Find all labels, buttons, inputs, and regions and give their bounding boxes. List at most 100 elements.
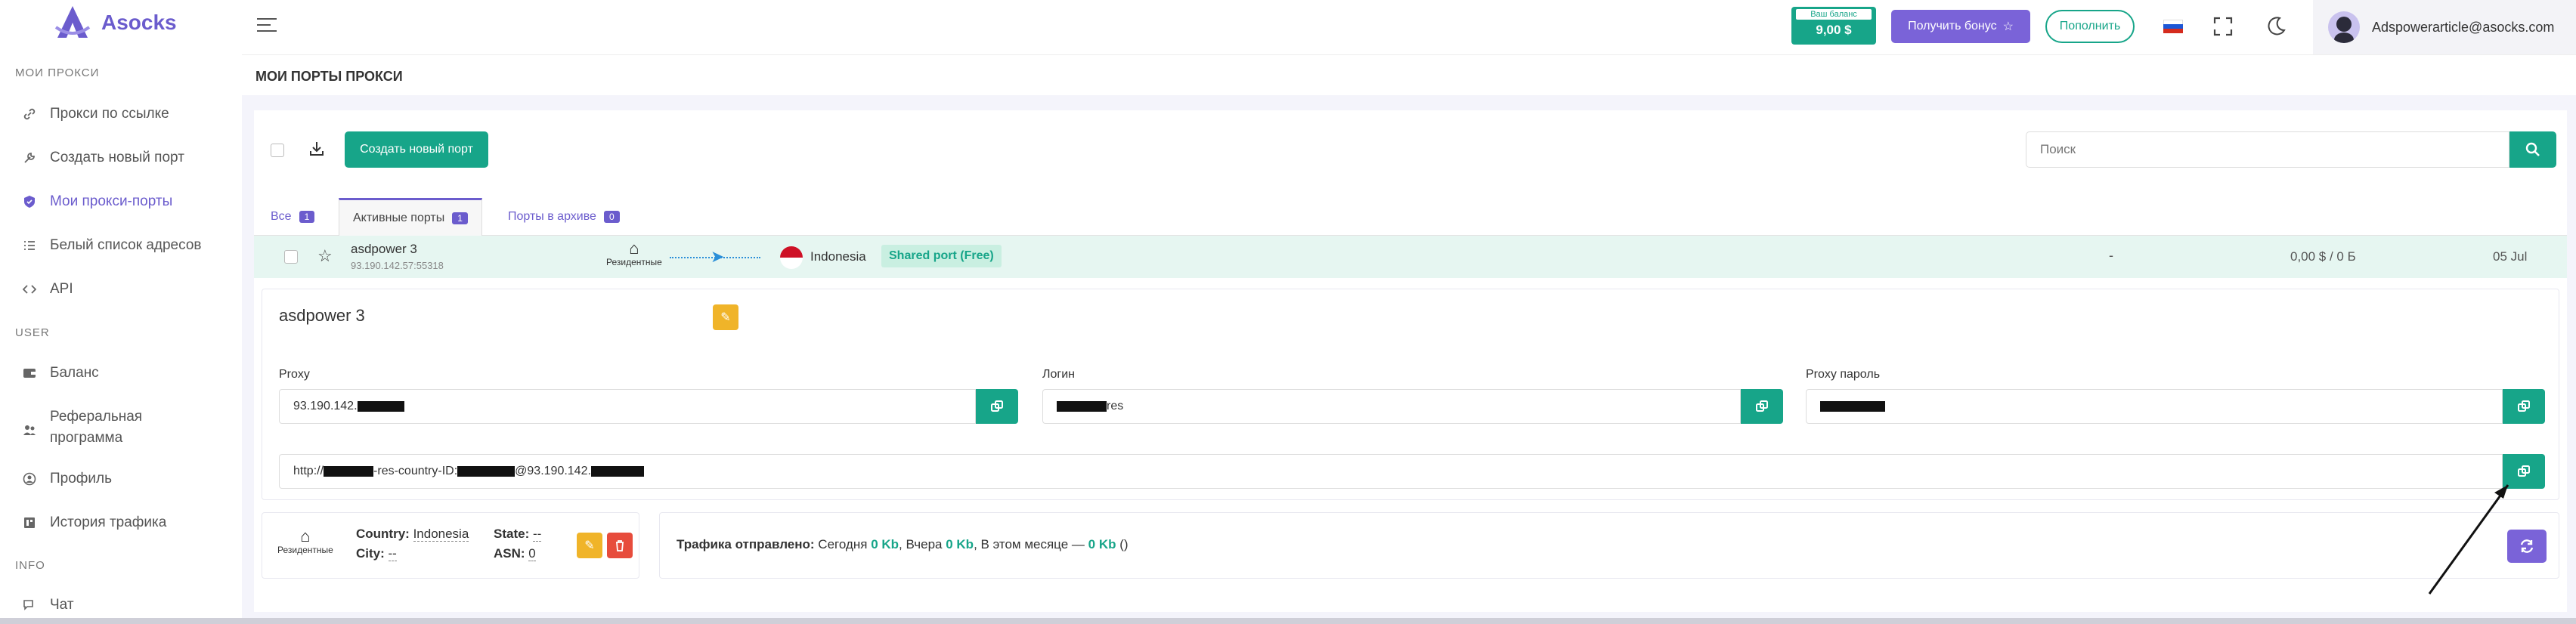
link-icon	[21, 106, 38, 122]
proxy-url-field[interactable]: http:// -res-country-ID: @93.190.142.	[279, 454, 2503, 489]
logo[interactable]: Asocks	[53, 5, 177, 41]
edit-name-button[interactable]: ✎	[713, 304, 738, 330]
user-menu[interactable]: Adspowerarticle@asocks.com	[2313, 0, 2576, 54]
avatar	[2328, 11, 2360, 43]
copy-password-button[interactable]	[2503, 389, 2545, 424]
copy-login-button[interactable]	[1741, 389, 1783, 424]
sidebar-item-create-port[interactable]: Создать новый порт	[21, 150, 233, 166]
login-value: res	[1107, 400, 1124, 412]
copy-url-button[interactable]	[2503, 454, 2545, 489]
balance-widget[interactable]: Ваш баланс 9,00 $	[1791, 7, 1876, 45]
traffic-month-key: , В этом месяце —	[974, 537, 1085, 551]
sidebar-item-label-wrap: Реферальная программа	[50, 406, 142, 449]
table-row[interactable]: ☆ asdpower 3 93.190.142.57:55318 ⌂ Резид…	[254, 236, 2567, 278]
copy-icon	[2518, 400, 2530, 412]
user-email: Adspowerarticle@asocks.com	[2372, 19, 2555, 35]
pencil-icon: ✎	[584, 539, 595, 552]
redacted-block	[1057, 401, 1107, 412]
top-up-label: Пополнить	[2059, 20, 2121, 32]
sidebar-item-label: API	[50, 281, 73, 297]
copy-proxy-button[interactable]	[976, 389, 1018, 424]
house-icon: ⌂	[300, 527, 311, 545]
sidebar-item-label: Прокси по ссылке	[50, 106, 169, 122]
sidebar-item-balance[interactable]: Баланс	[21, 365, 233, 382]
delete-port-button[interactable]	[607, 533, 633, 558]
get-bonus-button[interactable]: Получить бонус ☆	[1891, 10, 2030, 43]
tab-archived-ports[interactable]: Порты в архиве 0	[508, 198, 620, 236]
house-icon: ⌂	[629, 239, 639, 258]
fullscreen-icon[interactable]	[2213, 17, 2233, 36]
traffic-yesterday-key: , Вчера	[899, 537, 943, 551]
sidebar-item-label: Баланс	[50, 365, 99, 381]
tab-count-badge: 1	[452, 212, 468, 224]
geo-country-key: Country:	[356, 527, 410, 541]
port-date: 05 Jul	[2493, 249, 2528, 264]
geo-city: City: --	[356, 546, 397, 561]
pencil-icon: ✎	[720, 311, 731, 324]
sidebar-item-referral[interactable]: Реферальная программа	[21, 406, 233, 449]
residential-label: Резидентные	[277, 545, 333, 555]
top-up-button[interactable]: Пополнить	[2045, 10, 2135, 43]
chat-icon	[21, 597, 38, 613]
geo-country-value: Indonesia	[413, 527, 469, 542]
password-field[interactable]	[1806, 389, 2503, 424]
search-button[interactable]	[2509, 131, 2556, 168]
wallet-icon	[21, 365, 38, 382]
sidebar-item-api[interactable]: API	[21, 281, 233, 298]
tab-active-ports[interactable]: Активные порты 1	[339, 198, 482, 236]
page-title: МОИ ПОРТЫ ПРОКСИ	[255, 69, 403, 84]
sidebar-item-label-line2: программа	[50, 430, 123, 446]
row-checkbox[interactable]	[284, 250, 298, 264]
sidebar-section-info: INFO	[15, 559, 45, 572]
geo-info-panel: ⌂ Резидентные Country: Indonesia City: -…	[262, 512, 639, 579]
sidebar-item-traffic-history[interactable]: История трафика	[21, 514, 233, 531]
shield-icon	[21, 193, 38, 210]
menu-toggle-icon[interactable]	[257, 18, 277, 33]
logo-icon	[54, 6, 91, 38]
download-icon[interactable]	[308, 141, 325, 157]
proxy-label: Proxy	[279, 368, 310, 381]
sidebar-item-chat[interactable]: Чат	[21, 597, 233, 613]
traffic-today-key: Сегодня	[818, 537, 868, 551]
tab-count-badge: 0	[603, 211, 620, 223]
sidebar-item-label: Профиль	[50, 471, 113, 487]
search-input[interactable]	[2026, 131, 2509, 168]
port-country: Indonesia	[810, 249, 866, 264]
login-field[interactable]: res	[1042, 389, 1741, 424]
proxy-field[interactable]: 93.190.142.	[279, 389, 976, 424]
geo-asn-value: 0	[528, 546, 536, 561]
edit-geo-button[interactable]: ✎	[577, 533, 602, 558]
port-ip: 93.190.142.57:55318	[351, 260, 444, 271]
create-port-label: Создать новый порт	[360, 143, 473, 156]
copy-icon	[1756, 400, 1768, 412]
favorite-star-icon[interactable]: ☆	[317, 246, 333, 266]
language-flag-icon[interactable]	[2163, 20, 2183, 33]
copy-icon	[2518, 465, 2530, 477]
sidebar-item-proxy-by-link[interactable]: Прокси по ссылке	[21, 106, 233, 122]
refresh-icon	[2520, 539, 2534, 553]
traffic-label: Трафика отправлено:	[677, 537, 815, 551]
refresh-traffic-button[interactable]	[2507, 530, 2547, 563]
geo-country: Country: Indonesia	[356, 527, 469, 542]
residential-type: ⌂ Резидентные	[606, 239, 662, 268]
tab-label: Все	[271, 210, 292, 223]
page-title-bar: МОИ ПОРТЫ ПРОКСИ	[242, 54, 2576, 95]
sidebar-item-whitelist[interactable]: Белый список адресов	[21, 237, 233, 254]
logo-text: Asocks	[101, 11, 177, 34]
redacted-block	[590, 466, 644, 477]
sidebar-item-label: История трафика	[50, 514, 167, 530]
sidebar-item-my-proxy-ports[interactable]: Мои прокси-порты	[21, 193, 233, 210]
redacted-block	[457, 466, 516, 477]
dark-mode-toggle-icon[interactable]	[2266, 15, 2287, 36]
star-icon: ☆	[2002, 20, 2014, 33]
history-icon	[21, 514, 38, 531]
balance-label: Ваш баланс	[1796, 9, 1872, 20]
ports-card: Создать новый порт Все 1 Активные порты …	[254, 110, 2567, 612]
tab-all[interactable]: Все 1	[271, 198, 315, 236]
sidebar-section-user: USER	[15, 326, 50, 339]
port-detail-title: asdpower 3	[279, 306, 365, 325]
sidebar-item-profile[interactable]: Профиль	[21, 471, 233, 487]
select-all-checkbox[interactable]	[271, 144, 284, 157]
tab-label: Активные порты	[353, 211, 445, 224]
create-port-button[interactable]: Создать новый порт	[345, 131, 488, 168]
